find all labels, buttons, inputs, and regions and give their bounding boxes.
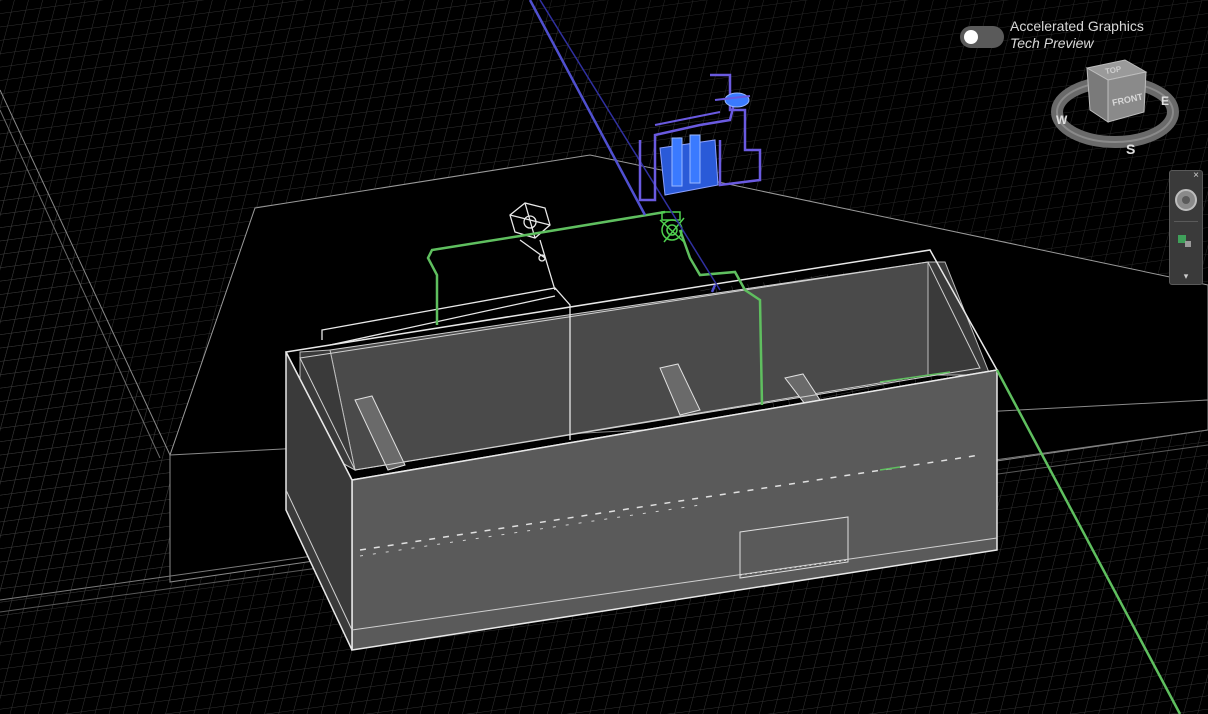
accelerated-graphics-control: Accelerated Graphics Tech Preview xyxy=(960,18,1144,52)
compass-e-label[interactable]: E xyxy=(1161,94,1169,108)
pan-icon[interactable] xyxy=(1178,233,1194,249)
accelerated-graphics-label: Accelerated Graphics Tech Preview xyxy=(1010,18,1144,52)
accelerated-graphics-title: Accelerated Graphics xyxy=(1010,18,1144,34)
toggle-knob xyxy=(964,30,978,44)
model-viewport[interactable] xyxy=(0,0,1208,714)
accelerated-graphics-toggle[interactable] xyxy=(960,26,1004,48)
viewcube[interactable]: TOP FRONT W E S xyxy=(1040,50,1180,160)
navbar-more-icon[interactable]: ▾ xyxy=(1170,271,1202,282)
navbar-close-icon[interactable]: × xyxy=(1193,171,1199,181)
navigation-bar: × ▾ xyxy=(1169,170,1203,285)
navbar-divider xyxy=(1174,221,1198,222)
compass-w-label[interactable]: W xyxy=(1056,113,1068,127)
steering-wheel-icon[interactable] xyxy=(1175,189,1197,211)
compass-s-label[interactable]: S xyxy=(1126,141,1135,157)
